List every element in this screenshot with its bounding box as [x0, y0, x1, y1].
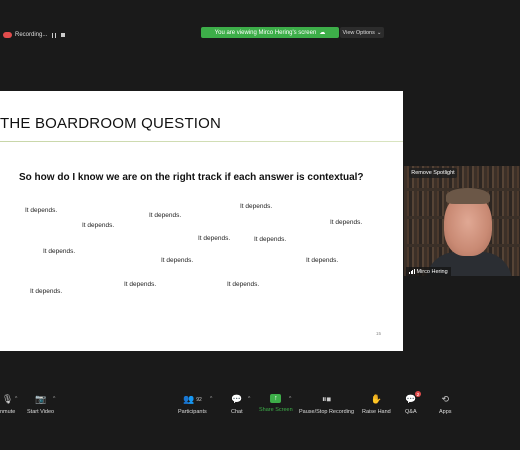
apps-button[interactable]: ⟲ Apps	[439, 394, 452, 415]
cloud-icon: ☁	[319, 30, 326, 36]
start-video-button[interactable]: 📷 Start Video	[27, 394, 54, 415]
chat-button[interactable]: 💬 Chat	[231, 394, 243, 415]
answer-text: It depends.	[198, 235, 231, 242]
unmute-button[interactable]: 🎙 nmute	[0, 394, 15, 415]
answer-text: It depends.	[306, 257, 339, 264]
answer-text: It depends.	[227, 281, 260, 288]
camera-off-icon: 📷	[34, 394, 47, 404]
answer-text: It depends.	[30, 288, 63, 295]
qa-button[interactable]: 💬 Q&A	[405, 394, 417, 415]
chevron-down-icon: ⌄	[376, 29, 382, 36]
microphone-muted-icon: 🎙	[1, 394, 14, 404]
share-screen-label: Share Screen	[259, 407, 293, 413]
start-video-label: Start Video	[27, 409, 55, 415]
unmute-label: nmute	[0, 409, 16, 415]
share-options-caret[interactable]: ^	[289, 396, 291, 402]
apps-label: Apps	[439, 409, 452, 415]
shared-slide: THE BOARDROOM QUESTION So how do I know …	[0, 91, 403, 351]
raise-hand-label: Raise Hand	[362, 409, 391, 415]
answer-text: It depends.	[330, 219, 363, 226]
video-options-caret[interactable]: ^	[53, 396, 55, 402]
signal-bars-icon	[409, 269, 415, 274]
remove-spotlight-button[interactable]: Remove Spotlight	[409, 168, 457, 178]
chat-icon: 💬	[231, 394, 243, 404]
slide-page-number: 15	[376, 331, 382, 336]
recording-label: Recording...	[15, 32, 48, 38]
participants-label: Participants	[178, 409, 207, 415]
chat-label: Chat	[231, 409, 243, 415]
answer-text: It depends.	[149, 212, 182, 219]
participant-video[interactable]	[404, 166, 520, 276]
answer-text: It depends.	[161, 257, 194, 264]
pause-stop-recording-button[interactable]: ⏸⏹ Pause/Stop Recording	[299, 394, 354, 415]
view-options-label: View Options	[342, 29, 375, 36]
viewing-banner-text: You are viewing Mirco Hering's screen	[214, 29, 317, 36]
chat-options-caret[interactable]: ^	[248, 396, 250, 402]
audio-options-caret[interactable]: ^	[15, 396, 17, 402]
participant-name: Mirco Hering	[416, 268, 448, 275]
raise-hand-button[interactable]: ✋ Raise Hand	[362, 394, 391, 415]
answer-text: It depends.	[25, 207, 58, 214]
pause-stop-icon: ⏸⏹	[322, 394, 332, 404]
share-screen-icon: ↑	[270, 394, 282, 403]
qa-badge: 2	[415, 391, 421, 397]
title-divider	[0, 141, 403, 142]
share-screen-button[interactable]: ↑ Share Screen	[259, 394, 293, 413]
stop-recording-icon[interactable]	[61, 33, 66, 37]
pause-stop-recording-label: Pause/Stop Recording	[299, 409, 355, 415]
participants-icon: 👥 92	[182, 394, 202, 404]
apps-icon: ⟲	[441, 394, 450, 404]
participant-hair	[446, 188, 490, 204]
slide-question: So how do I know we are on the right tra…	[19, 172, 364, 183]
participants-button[interactable]: 👥 92 Participants	[178, 394, 207, 415]
raise-hand-icon: ✋	[370, 394, 382, 404]
view-options-button[interactable]: View Options ⌄	[340, 27, 384, 38]
pause-recording-icon[interactable]	[52, 32, 57, 38]
viewing-screen-banner: You are viewing Mirco Hering's screen ☁	[201, 27, 339, 38]
cloud-record-icon	[3, 32, 12, 38]
recording-indicator[interactable]: Recording...	[0, 28, 66, 42]
answer-text: It depends.	[254, 236, 287, 243]
qa-label: Q&A	[405, 409, 417, 415]
answer-text: It depends.	[240, 203, 273, 210]
slide-title: THE BOARDROOM QUESTION	[0, 115, 222, 132]
answer-text: It depends.	[124, 281, 157, 288]
participant-name-tag: Mirco Hering	[406, 267, 451, 276]
answer-text: It depends.	[43, 248, 76, 255]
participants-count: 92	[196, 396, 202, 403]
answer-text: It depends.	[82, 222, 115, 229]
participants-options-caret[interactable]: ^	[210, 396, 212, 402]
